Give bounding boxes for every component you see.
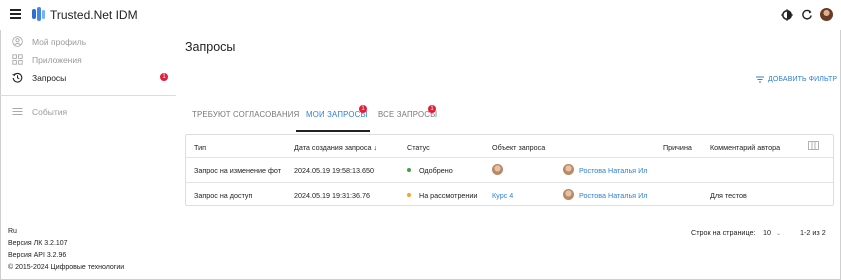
refresh-icon[interactable] bbox=[801, 9, 813, 21]
column-header-reason[interactable]: Причина bbox=[663, 143, 692, 152]
sort-arrow-icon: ↓ bbox=[373, 143, 378, 152]
requests-table: Тип Дата создания запроса ↓ Статус Объек… bbox=[185, 134, 834, 206]
language-switch[interactable]: Ru bbox=[8, 228, 17, 235]
column-header-object[interactable]: Объект запроса bbox=[492, 143, 545, 152]
sidebar-divider bbox=[0, 95, 176, 96]
sidebar-item-label: События bbox=[32, 107, 68, 117]
row-divider bbox=[186, 182, 833, 183]
filter-icon bbox=[756, 76, 764, 83]
sidebar-item-label: Запросы bbox=[32, 73, 67, 83]
cell-date: 2024.05.19 19:58:13.650 bbox=[294, 166, 374, 175]
active-tab-indicator bbox=[296, 130, 370, 132]
api-version: Версия API 3.2.96 bbox=[8, 252, 67, 259]
lk-version: Версия ЛК 3.2.107 bbox=[8, 240, 68, 247]
rows-per-page-value: 10 bbox=[763, 228, 771, 237]
tab-my-requests[interactable]: МОИ ЗАПРОСЫ bbox=[306, 110, 368, 119]
user-avatar[interactable] bbox=[820, 8, 833, 21]
cell-status: На рассмотрении bbox=[419, 191, 478, 200]
status-dot bbox=[407, 168, 411, 172]
column-header-comment[interactable]: Комментарий автора bbox=[710, 143, 780, 152]
column-header-label: Дата создания запроса bbox=[294, 143, 372, 152]
sidebar-item-profile[interactable]: Мой профиль bbox=[0, 33, 176, 51]
status-dot bbox=[407, 193, 411, 197]
copyright: © 2015-2024 Цифровые технологии bbox=[8, 264, 125, 271]
sidebar-item-requests[interactable]: Запросы 1 bbox=[0, 69, 176, 87]
rows-per-page-label: Строк на странице: bbox=[691, 228, 756, 237]
tab-badge: 1 bbox=[428, 105, 436, 113]
list-icon bbox=[12, 108, 23, 115]
user-link[interactable]: Ростова Наталья Ил bbox=[579, 191, 647, 200]
tab-badge: 1 bbox=[359, 105, 367, 113]
page-title: Запросы bbox=[185, 40, 236, 54]
object-link[interactable]: Курс 4 bbox=[492, 191, 513, 200]
column-header-status[interactable]: Статус bbox=[407, 143, 430, 152]
chevron-down-icon: ⌄ bbox=[776, 231, 782, 237]
tab-pending-approval[interactable]: ТРЕБУЮТ СОГЛАСОВАНИЯ bbox=[192, 110, 299, 119]
app-bar: Trusted.Net IDM bbox=[0, 0, 841, 30]
apps-grid-icon bbox=[12, 54, 23, 65]
user-circle-icon bbox=[12, 36, 23, 47]
cell-type: Запрос на доступ bbox=[194, 191, 253, 200]
sidebar: Мой профиль Приложения Запросы 1 События… bbox=[0, 30, 176, 280]
cell-type: Запрос на изменение фот bbox=[194, 166, 282, 175]
cell-date: 2024.05.19 19:31:36.76 bbox=[294, 191, 370, 200]
user-link[interactable]: Ростова Наталья Ил bbox=[579, 166, 647, 175]
app-title: Trusted.Net IDM bbox=[50, 8, 138, 22]
add-filter-label: ДОБАВИТЬ ФИЛЬТР bbox=[768, 76, 838, 83]
columns-settings-icon[interactable] bbox=[808, 141, 819, 150]
notification-badge: 1 bbox=[160, 73, 168, 81]
column-header-type[interactable]: Тип bbox=[194, 143, 206, 152]
cell-comment: Для тестов bbox=[710, 191, 747, 200]
sidebar-item-events[interactable]: События bbox=[0, 103, 176, 121]
pagination-range: 1-2 из 2 bbox=[800, 228, 826, 237]
history-icon bbox=[12, 72, 23, 83]
user-avatar-small bbox=[563, 164, 574, 175]
menu-icon[interactable] bbox=[10, 9, 21, 21]
user-avatar-small bbox=[563, 189, 574, 200]
sidebar-item-label: Приложения bbox=[32, 55, 82, 65]
object-avatar bbox=[492, 164, 503, 175]
row-divider bbox=[186, 157, 833, 158]
app-logo bbox=[32, 7, 45, 21]
cell-status: Одобрено bbox=[419, 166, 453, 175]
sidebar-item-apps[interactable]: Приложения bbox=[0, 51, 176, 69]
sidebar-item-label: Мой профиль bbox=[32, 37, 87, 47]
column-header-date[interactable]: Дата создания запроса ↓ bbox=[294, 143, 377, 152]
theme-toggle-icon[interactable] bbox=[781, 9, 793, 21]
rows-per-page-select[interactable]: 10 ⌄ bbox=[763, 228, 781, 237]
